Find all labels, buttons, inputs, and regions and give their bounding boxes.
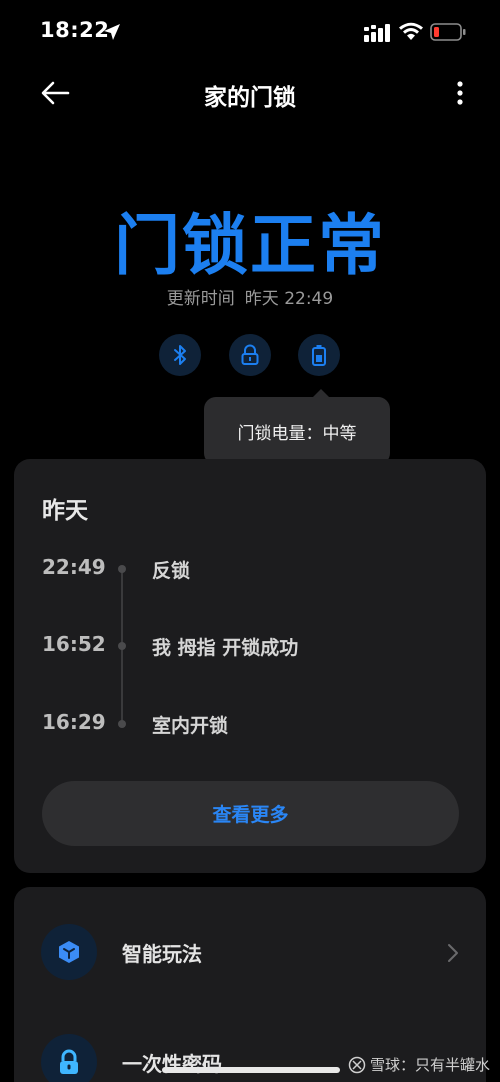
location-arrow-icon	[104, 24, 120, 40]
update-time-line: 更新时间 昨天 22:49	[0, 284, 500, 309]
battery-status-icon	[430, 23, 466, 41]
feature-card: 智能玩法 一次性密码	[14, 887, 486, 1082]
signal-icon	[364, 24, 390, 42]
log-entry: 16:29 室内开锁	[14, 710, 486, 740]
timeline-dot	[118, 642, 126, 650]
bluetooth-icon	[174, 345, 186, 365]
log-entry-text: 室内开锁	[152, 715, 229, 737]
feature-icon-wrap	[41, 1034, 97, 1082]
watermark: 雪球：只有半罐水	[348, 1054, 490, 1075]
status-time: 18:22	[40, 18, 110, 42]
page-title: 家的门锁	[204, 85, 296, 111]
battery-status-button[interactable]	[298, 334, 340, 376]
wifi-icon	[399, 22, 423, 40]
watermark-text: 雪球：只有半罐水	[370, 1056, 491, 1074]
cube-icon	[59, 941, 79, 963]
bluetooth-status-button[interactable]	[159, 334, 201, 376]
timeline-dot	[118, 565, 126, 573]
battery-icon	[312, 345, 326, 366]
lock-status-button[interactable]	[229, 334, 271, 376]
log-day-heading: 昨天	[42, 498, 88, 524]
log-entry-text: 反锁	[152, 560, 191, 582]
app-header: 家的门锁	[0, 66, 500, 122]
update-time-value: 昨天 22:49	[244, 289, 334, 309]
feature-icon-wrap	[41, 924, 97, 980]
log-entry-time: 16:29	[42, 710, 106, 734]
log-entry-time: 16:52	[42, 632, 106, 656]
lock-icon	[241, 344, 259, 365]
log-entry-text: 我 拇指 开锁成功	[152, 637, 299, 659]
log-entry-time: 22:49	[42, 555, 106, 579]
status-bar: 18:22	[0, 0, 500, 66]
smart-features-item[interactable]: 智能玩法	[14, 924, 486, 994]
unlock-log-card: 昨天 22:49 反锁 16:52 我 拇指 开锁成功 16:29 室内开锁 查…	[14, 459, 486, 873]
home-indicator[interactable]	[162, 1067, 340, 1073]
more-options-icon[interactable]	[446, 76, 474, 110]
battery-tooltip: 门锁电量：中等	[204, 389, 390, 465]
padlock-icon	[60, 1049, 78, 1074]
lock-status-text: 门锁正常	[114, 207, 386, 284]
feature-label: 智能玩法	[122, 942, 202, 966]
status-icon-row	[0, 334, 500, 376]
log-entry: 22:49 反锁	[14, 555, 486, 585]
update-time-label: 更新时间	[166, 289, 235, 309]
timeline-dot	[118, 720, 126, 728]
chevron-right-icon	[448, 944, 458, 962]
view-more-button[interactable]: 查看更多	[42, 781, 459, 846]
log-entry: 16:52 我 拇指 开锁成功	[14, 632, 486, 662]
snowball-logo-icon	[348, 1056, 366, 1073]
